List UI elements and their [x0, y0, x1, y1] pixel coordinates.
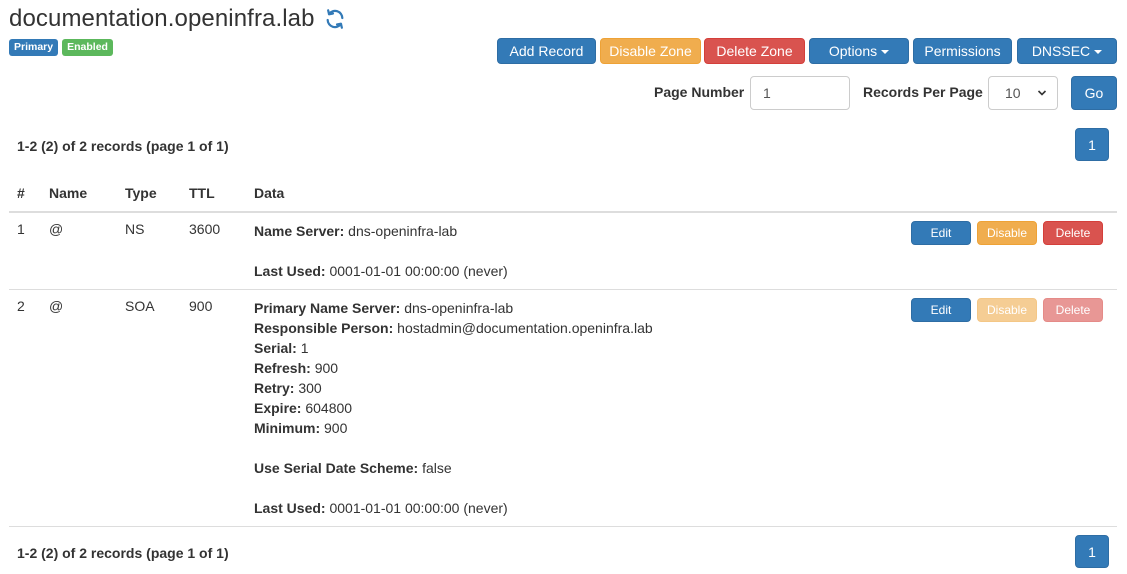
record-data-line: Responsible Person: hostadmin@documentat…	[254, 318, 653, 338]
page-number-input[interactable]	[750, 76, 850, 110]
page-number-label: Page Number	[654, 84, 745, 100]
record-data-label: Responsible Person:	[254, 320, 394, 336]
disable-zone-button[interactable]: Disable Zone	[600, 38, 701, 64]
record-data-label: Name Server:	[254, 223, 345, 239]
delete-zone-button[interactable]: Delete Zone	[704, 38, 805, 64]
row-type: SOA	[125, 298, 155, 314]
record-data-value: 900	[314, 360, 339, 376]
dnssec-label: DNSSEC	[1031, 43, 1091, 59]
add-record-button[interactable]: Add Record	[497, 38, 596, 64]
record-data-line: Primary Name Server: dns-openinfra-lab	[254, 298, 653, 318]
row-name: @	[49, 221, 64, 237]
record-data-value: 1	[300, 340, 309, 356]
caret-down-icon	[1094, 50, 1103, 54]
row-data: Primary Name Server: dns-openinfra-lab R…	[254, 298, 653, 518]
record-data-label: Serial:	[254, 340, 297, 356]
zone-status-badge: Enabled	[62, 39, 113, 56]
record-data-line: Refresh: 900	[254, 358, 653, 378]
row-ttl: 900	[189, 298, 213, 314]
record-data-label: Retry:	[254, 380, 295, 396]
disable-record-button[interactable]: Disable	[977, 298, 1037, 322]
go-button[interactable]: Go	[1071, 76, 1117, 110]
record-data-value: 300	[298, 380, 322, 396]
row-type: NS	[125, 221, 145, 237]
options-label: Options	[828, 43, 878, 59]
records-summary-bottom: 1-2 (2) of 2 records (page 1 of 1)	[17, 545, 229, 561]
record-data-line: Minimum: 900	[254, 418, 653, 438]
delete-record-button[interactable]: Delete	[1043, 298, 1103, 322]
records-per-page-value: 10	[1005, 85, 1021, 101]
record-data-value: hostadmin@documentation.openinfra.lab	[397, 320, 653, 336]
dnssec-dropdown-button[interactable]: DNSSEC	[1017, 38, 1117, 64]
record-data-spacer	[254, 478, 653, 498]
record-data-line: Retry: 300	[254, 378, 653, 398]
refresh-icon[interactable]	[324, 8, 346, 30]
permissions-button[interactable]: Permissions	[913, 38, 1012, 64]
record-data-spacer	[254, 438, 653, 458]
row-index: 2	[17, 298, 25, 314]
column-header-data: Data	[254, 185, 285, 201]
zone-type-badge: Primary	[9, 39, 59, 56]
row-index: 1	[17, 221, 25, 237]
record-data-label: Last Used:	[254, 263, 326, 279]
zone-badges: Primary Enabled	[9, 39, 113, 56]
record-data-label: Use Serial Date Scheme:	[254, 460, 419, 476]
pagination-page-1-bottom[interactable]: 1	[1075, 535, 1109, 568]
edit-record-button[interactable]: Edit	[911, 298, 971, 322]
page-title: documentation.openinfra.lab	[9, 5, 315, 32]
zone-title-bar: documentation.openinfra.lab	[9, 5, 346, 33]
record-data-line: Last Used: 0001-01-01 00:00:00 (never)	[254, 261, 508, 281]
column-header-name: Name	[49, 185, 88, 201]
record-data-line: Serial: 1	[254, 338, 653, 358]
table-header-divider	[9, 211, 1117, 213]
record-data-value: 0001-01-01 00:00:00 (never)	[329, 263, 508, 279]
records-per-page-select[interactable]: 10	[988, 76, 1058, 110]
record-data-label: Primary Name Server:	[254, 300, 401, 316]
record-data-label: Minimum:	[254, 420, 321, 436]
row-divider	[9, 289, 1117, 290]
record-data-line: Use Serial Date Scheme: false	[254, 458, 653, 478]
caret-down-icon	[881, 50, 890, 54]
pagination-page-1-top[interactable]: 1	[1075, 128, 1109, 161]
record-data-line: Expire: 604800	[254, 398, 653, 418]
column-header-ttl: TTL	[189, 185, 215, 201]
record-data-label: Refresh:	[254, 360, 311, 376]
record-data-label: Last Used:	[254, 500, 326, 516]
record-data-value: false	[422, 460, 452, 476]
records-per-page-label: Records Per Page	[863, 84, 983, 100]
pager-form: Page Number Records Per Page 10 Go	[0, 76, 1127, 110]
row-name: @	[49, 298, 64, 314]
record-data-label: Expire:	[254, 400, 302, 416]
chevron-down-icon	[1037, 90, 1047, 96]
record-data-spacer	[254, 241, 508, 261]
options-dropdown-button[interactable]: Options	[809, 38, 909, 64]
record-data-value: 604800	[305, 400, 353, 416]
disable-record-button[interactable]: Disable	[977, 221, 1037, 245]
record-data-value: 900	[324, 420, 348, 436]
column-header-type: Type	[125, 185, 157, 201]
record-data-line: Name Server: dns-openinfra-lab	[254, 221, 508, 241]
records-summary-top: 1-2 (2) of 2 records (page 1 of 1)	[17, 138, 229, 154]
record-data-value: dns-openinfra-lab	[404, 300, 514, 316]
edit-record-button[interactable]: Edit	[911, 221, 971, 245]
delete-record-button[interactable]: Delete	[1043, 221, 1103, 245]
row-ttl: 3600	[189, 221, 221, 237]
column-header-index: #	[17, 185, 25, 201]
record-data-value: 0001-01-01 00:00:00 (never)	[329, 500, 508, 516]
record-data-line: Last Used: 0001-01-01 00:00:00 (never)	[254, 498, 653, 518]
row-divider	[9, 526, 1117, 527]
record-data-value: dns-openinfra-lab	[348, 223, 458, 239]
row-data: Name Server: dns-openinfra-lab Last Used…	[254, 221, 508, 281]
